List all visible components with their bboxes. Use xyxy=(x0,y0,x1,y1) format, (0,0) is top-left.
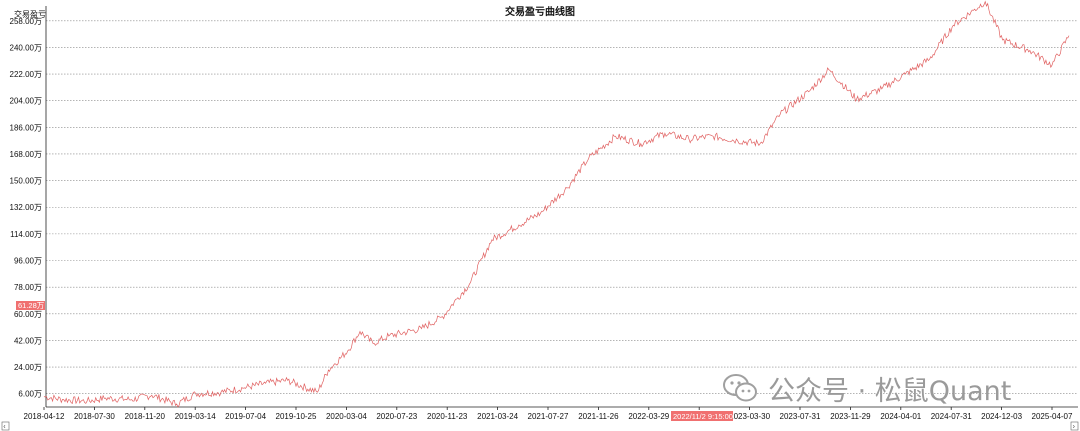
x-tick-label: 2019-07-04 xyxy=(225,412,266,421)
y-tick-label: 78.00万 xyxy=(14,283,42,292)
x-tick-label: 2018-04-12 xyxy=(24,412,65,421)
x-tick-label: 2020-03-04 xyxy=(326,412,367,421)
x-tick-label: 2018-07-30 xyxy=(74,412,115,421)
profit-loss-chart: 交易盈亏曲线图 交易盈亏 6.00万24.00万42.00万60.00万78.0… xyxy=(1,0,1079,431)
cursor-y-marker-label: 61.28万 xyxy=(18,301,45,310)
y-tick-label: 240.00万 xyxy=(10,43,42,52)
x-tick-label: 2019-03-14 xyxy=(175,412,216,421)
x-tick-label: 2021-03-24 xyxy=(477,412,518,421)
x-tick-label: 2020-11-23 xyxy=(427,412,468,421)
scroll-right-button[interactable]: › xyxy=(1070,421,1079,431)
cursor-x-marker-label: 2022/11/2 9:15:00 xyxy=(673,412,733,421)
x-tick-label: 2023-07-31 xyxy=(780,412,821,421)
wechat-icon xyxy=(723,374,757,402)
x-tick-label: 2024-04-01 xyxy=(880,412,921,421)
x-tick-label: 2020-07-23 xyxy=(376,412,417,421)
x-tick-label: 2019-10-25 xyxy=(276,412,317,421)
x-tick-label: 2025-04-07 xyxy=(1032,412,1073,421)
x-tick-label: 2022-03-29 xyxy=(628,412,669,421)
x-tick-label: 2021-11-26 xyxy=(578,412,619,421)
y-tick-label: 258.00万 xyxy=(10,17,42,26)
watermark: 公众号 · 松鼠Quant xyxy=(722,368,1062,408)
chart-title: 交易盈亏曲线图 xyxy=(505,5,575,18)
y-tick-label: 24.00万 xyxy=(14,363,42,372)
x-tick-label: 2023-11-29 xyxy=(830,412,871,421)
x-tick-label: 2024-12-03 xyxy=(981,412,1022,421)
cursor-x-marker: 2022/11/2 9:15:00 xyxy=(671,411,733,421)
y-tick-label: 60.00万 xyxy=(14,310,42,319)
profit-loss-line xyxy=(43,0,1070,408)
y-tick-label: 168.00万 xyxy=(10,150,42,159)
y-tick-label: 132.00万 xyxy=(10,203,42,212)
scroll-left-button[interactable]: ‹ xyxy=(1,421,10,431)
y-tick-labels: 6.00万 24.00万 42.00万 60.00万 78.00万 96.00万 114.0… xyxy=(10,17,42,399)
x-tick-label: 2021-07-27 xyxy=(528,412,569,421)
y-tick-label: 204.00万 xyxy=(10,97,42,106)
y-tick-label: 186.00万 xyxy=(10,123,42,132)
y-tick-label: 96.00万 xyxy=(14,257,42,266)
y-tick-label: 6.00万 xyxy=(18,390,42,399)
y-tick-label: 222.00万 xyxy=(10,70,42,79)
x-tick-label: 2023-03-30 xyxy=(729,412,770,421)
x-tick-label: 2024-07-31 xyxy=(931,412,972,421)
y-tick-label: 42.00万 xyxy=(14,336,42,345)
y-grid-lines xyxy=(46,20,1078,394)
cursor-y-marker: 61.28万 xyxy=(16,301,45,310)
y-tick-label: 150.00万 xyxy=(10,177,42,186)
x-tick-label: 2018-11-20 xyxy=(125,412,166,421)
x-tick-labels: 2018-04-12 2018-07-30 2018-11-20 2019-03-14… xyxy=(24,407,1073,421)
y-tick-label: 114.00万 xyxy=(10,230,42,239)
